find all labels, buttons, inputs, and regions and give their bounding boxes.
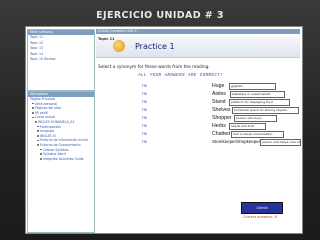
ok-mark: Ok xyxy=(142,99,148,104)
practice-bar: Topic 11 Practice 1 xyxy=(96,37,300,58)
prompt-word: Shopper xyxy=(212,114,232,121)
answer-select[interactable]: walkways in supermarket xyxy=(230,91,285,98)
ok-mark: Ok xyxy=(142,115,148,120)
bullet-icon xyxy=(40,148,42,151)
exercise-row: Ok Stand platform for displaying food xyxy=(96,98,300,106)
answer-select[interactable]: horizontal space for storing objects xyxy=(232,107,299,114)
bullet-icon xyxy=(32,107,34,109)
bullet-icon xyxy=(37,130,39,132)
bullet-icon xyxy=(37,134,39,137)
exercise-row: Ok Storekeeper/shopkeeper person who tak… xyxy=(96,138,301,146)
bullet-icon xyxy=(35,121,37,123)
bullet-icon xyxy=(32,111,34,114)
prompt-word: Chatted xyxy=(212,130,231,137)
exercise-row: Ok Shopper person who buys xyxy=(96,114,300,122)
bullet-icon xyxy=(40,157,42,160)
bullet-icon xyxy=(32,102,34,105)
slide-title: EJERCICIO UNIDAD # 3 xyxy=(96,10,224,21)
bullet-icon xyxy=(37,139,39,142)
practice-title: Practice 1 xyxy=(135,42,175,51)
answer-select[interactable]: gigantic xyxy=(229,83,276,90)
prompt-word: Shelves xyxy=(212,106,231,113)
navigation-block: Navigation Página Principal Área persona… xyxy=(27,91,95,233)
prompt-word: Aisles xyxy=(212,90,226,97)
exercise-row: Ok Shelves horizontal space for storing … xyxy=(96,106,300,114)
page-tag: Topic 11 xyxy=(98,37,115,41)
bullet-icon xyxy=(32,116,34,119)
answer-select[interactable]: person who buys xyxy=(234,115,277,122)
score-text: Correct answers: 8 xyxy=(243,215,277,219)
topic-link[interactable]: Topic 15 Review xyxy=(28,57,94,63)
exercise-row: Ok Herbs Seeds and fruit xyxy=(96,122,300,130)
exercise-row: Ok Huge gigantic xyxy=(96,82,300,90)
content-header: Online Contents Unit 3 xyxy=(96,29,300,34)
prompt-word: Stand xyxy=(212,98,226,105)
bullet-icon xyxy=(37,125,39,128)
exercise-row: Ok Aisles walkways in supermarket xyxy=(96,90,300,98)
ok-mark: Ok xyxy=(142,131,148,136)
ok-mark: Ok xyxy=(142,107,148,112)
bullet-icon xyxy=(40,153,42,155)
prompt-word: Huge xyxy=(212,82,225,89)
practice-badge-icon xyxy=(113,40,125,52)
ok-mark: Ok xyxy=(142,123,148,128)
instruction-text: Select a synonym for these words from th… xyxy=(98,65,210,70)
ok-mark: Ok xyxy=(142,139,148,144)
answer-select[interactable]: platform for displaying food xyxy=(229,99,290,106)
answer-select[interactable]: person who takes care of a shop/store xyxy=(260,139,301,146)
bullet-icon xyxy=(37,144,39,146)
answer-select[interactable]: had a casual conversation xyxy=(231,131,284,138)
nav-item-activities-guide[interactable]: Integrate Activities Guide xyxy=(28,157,94,162)
answer-select[interactable]: Seeds and fruit xyxy=(229,123,266,130)
check-button[interactable]: Check xyxy=(241,202,283,214)
content-area: Online Contents Unit 3 Topic 11 Practice… xyxy=(96,29,301,231)
result-banner: ALL YOUR ANSWERS ARE CORRECT! xyxy=(138,73,224,78)
prompt-word: Herbs xyxy=(212,122,226,129)
ok-mark: Ok xyxy=(142,91,148,96)
embedded-screenshot: Main Lessons Topic 11 Topic 12 Topic 13 … xyxy=(25,26,303,234)
topics-block: Main Lessons Topic 11 Topic 12 Topic 13 … xyxy=(27,29,95,91)
ok-mark: Ok xyxy=(142,83,148,88)
prompt-word: Storekeeper/shopkeeper xyxy=(212,139,261,144)
exercise-row: Ok Chatted had a casual conversation xyxy=(96,130,300,138)
